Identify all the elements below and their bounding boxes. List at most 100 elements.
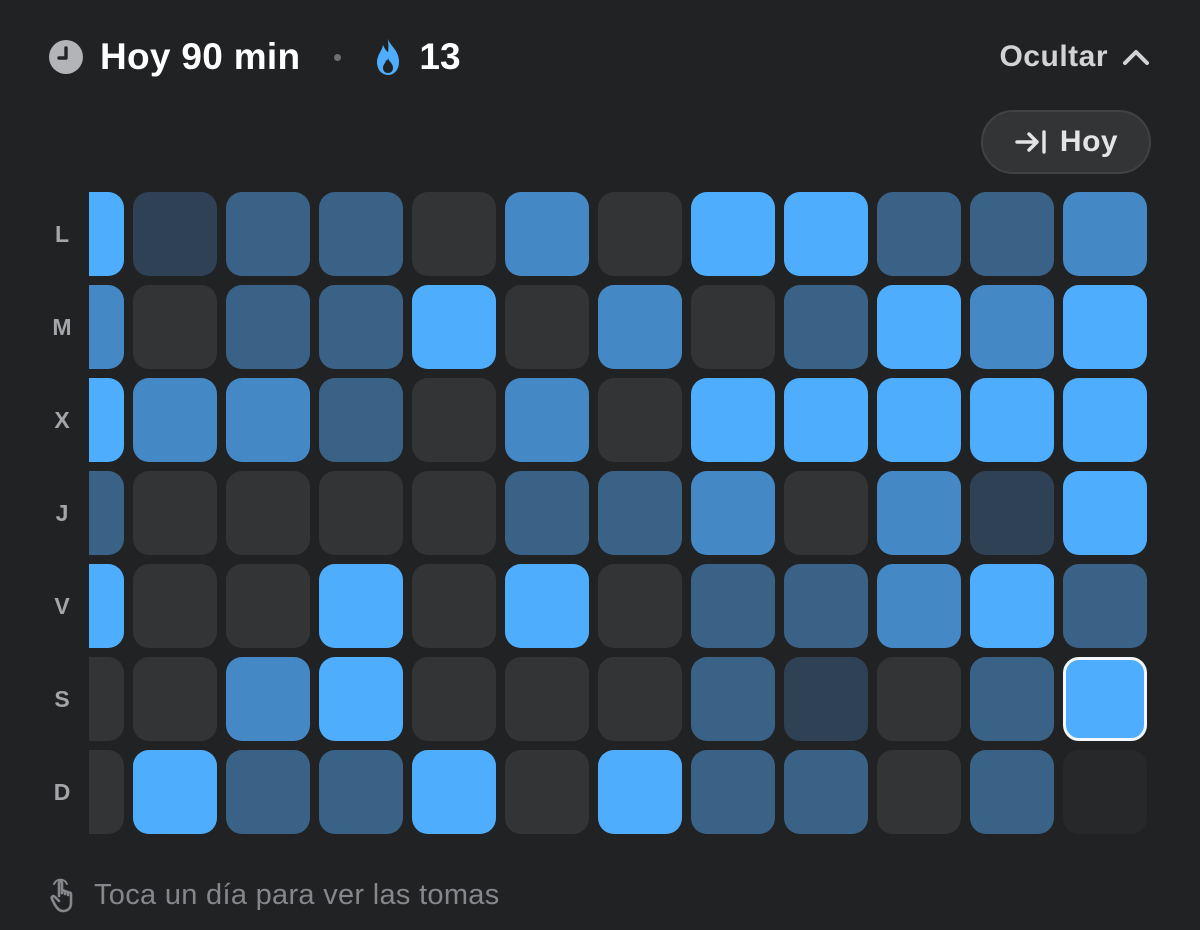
heatmap-cell[interactable] [1063,564,1147,648]
heatmap-cell[interactable] [412,750,496,834]
jump-to-today-button[interactable]: Hoy [981,110,1151,174]
heatmap-cell[interactable] [691,471,775,555]
heatmap-cell[interactable] [89,564,124,648]
heatmap-cell[interactable] [319,285,403,369]
heatmap-cell[interactable] [598,471,682,555]
heatmap-cell[interactable] [691,192,775,276]
tap-hand-icon [50,878,73,913]
heatmap-cell[interactable] [412,564,496,648]
heatmap-cell[interactable] [598,750,682,834]
heatmap-cell[interactable] [970,657,1054,741]
heatmap-cell[interactable] [691,750,775,834]
heatmap-cell[interactable] [412,378,496,462]
day-label-m: M [52,314,72,340]
heatmap-cell[interactable] [89,378,124,462]
heatmap-cell[interactable] [877,378,961,462]
heatmap-cell[interactable] [226,750,310,834]
heatmap-cell[interactable] [505,750,589,834]
heatmap-cell[interactable] [133,285,217,369]
hide-label: Ocultar [999,40,1108,73]
heatmap-cell[interactable] [691,657,775,741]
day-label-l: L [54,221,70,247]
day-label-s: S [54,686,70,712]
heatmap-cell[interactable] [877,564,961,648]
heatmap-cell[interactable] [970,750,1054,834]
heatmap-cell[interactable] [598,657,682,741]
heatmap-cell[interactable] [877,471,961,555]
heatmap-cell[interactable] [319,657,403,741]
heatmap-cell[interactable] [877,657,961,741]
heatmap-cell[interactable] [784,192,868,276]
heatmap-cell[interactable] [226,285,310,369]
heatmap-cell[interactable] [226,378,310,462]
heatmap-cell[interactable] [226,657,310,741]
hide-toggle-button[interactable]: Ocultar [999,34,1152,80]
heatmap-cell[interactable] [598,192,682,276]
heatmap-cell[interactable] [970,471,1054,555]
heatmap-cell[interactable] [970,285,1054,369]
activity-heatmap-grid [89,192,1160,842]
heatmap-cell[interactable] [319,378,403,462]
heatmap-cell[interactable] [970,378,1054,462]
heatmap-cell[interactable] [133,750,217,834]
heatmap-cell[interactable] [784,471,868,555]
heatmap-cell[interactable] [784,378,868,462]
heatmap-cell[interactable] [1063,285,1147,369]
tap-hint: Toca un día para ver las tomas [48,872,500,918]
heatmap-cell[interactable] [89,657,124,741]
today-minutes: Hoy 90 min [100,36,301,77]
heatmap-cell[interactable] [505,471,589,555]
heatmap-cell[interactable] [970,192,1054,276]
day-label-x: X [54,407,70,433]
heatmap-cell[interactable] [505,192,589,276]
heatmap-cell[interactable] [691,564,775,648]
heatmap-cell[interactable] [877,750,961,834]
heatmap-cell[interactable] [412,192,496,276]
day-label-v: V [54,593,70,619]
heatmap-cell[interactable] [133,378,217,462]
heatmap-cell[interactable] [226,564,310,648]
heatmap-cell[interactable] [133,471,217,555]
heatmap-cell[interactable] [412,657,496,741]
heatmap-cell[interactable] [319,750,403,834]
heatmap-cell[interactable] [598,285,682,369]
heatmap-cell[interactable] [784,564,868,648]
heatmap-cell[interactable] [970,564,1054,648]
heatmap-cell[interactable] [319,471,403,555]
heatmap-cell[interactable] [691,378,775,462]
heatmap-cell[interactable] [89,285,124,369]
heatmap-cell[interactable] [598,378,682,462]
heatmap-cell[interactable] [1063,378,1147,462]
heatmap-cell[interactable] [505,564,589,648]
heatmap-cell[interactable] [784,285,868,369]
heatmap-cell[interactable] [412,471,496,555]
jump-to-end-icon [1015,130,1046,154]
heatmap-cell[interactable] [319,564,403,648]
heatmap-cell[interactable] [784,657,868,741]
heatmap-cell[interactable] [691,285,775,369]
heatmap-cell[interactable] [505,285,589,369]
heatmap-cell[interactable] [226,471,310,555]
heatmap-cell[interactable] [877,192,961,276]
heatmap-cell[interactable] [133,564,217,648]
heatmap-cell[interactable] [784,750,868,834]
heatmap-cell[interactable] [1063,192,1147,276]
heatmap-cell[interactable] [1063,471,1147,555]
heatmap-cell[interactable] [412,285,496,369]
heatmap-cell[interactable] [226,192,310,276]
heatmap-cell[interactable] [133,657,217,741]
flame-icon [377,39,400,75]
chevron-up-icon [1123,50,1149,65]
heatmap-cell[interactable] [598,564,682,648]
heatmap-cell[interactable] [89,471,124,555]
heatmap-cell[interactable] [133,192,217,276]
separator-dot [334,53,342,61]
heatmap-cell[interactable] [505,657,589,741]
heatmap-cell[interactable] [89,192,124,276]
clock-icon [49,40,83,74]
heatmap-cell[interactable] [877,285,961,369]
heatmap-cell[interactable] [319,192,403,276]
heatmap-cell-selected[interactable] [1063,657,1147,741]
heatmap-cell[interactable] [505,378,589,462]
heatmap-cell[interactable] [89,750,124,834]
